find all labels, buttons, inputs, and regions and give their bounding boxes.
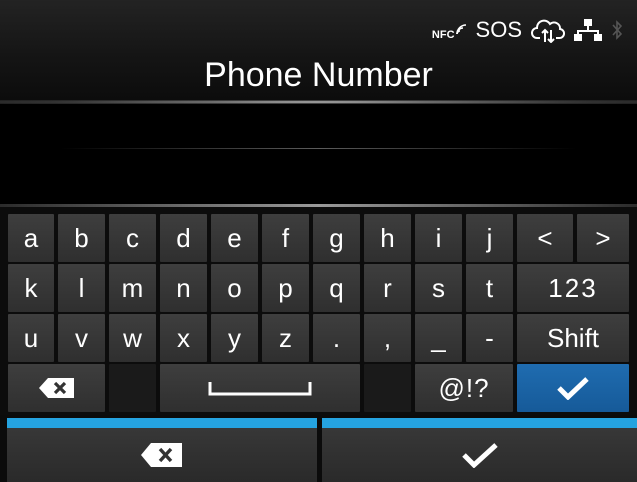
key-d[interactable]: d <box>160 214 207 262</box>
cloud-sync-icon <box>531 17 565 43</box>
accent-bar <box>322 418 637 428</box>
bottom-bar <box>0 418 637 482</box>
input-underline <box>60 148 577 149</box>
key-q[interactable]: q <box>313 264 360 312</box>
key-w[interactable]: w <box>109 314 156 362</box>
input-value <box>60 114 577 146</box>
delete-button[interactable] <box>7 418 317 482</box>
key-r[interactable]: r <box>364 264 411 312</box>
key-k[interactable]: k <box>8 264 54 312</box>
blank-key-right <box>364 364 411 412</box>
cursor-right-key[interactable]: > <box>577 214 629 262</box>
key-f[interactable]: f <box>262 214 309 262</box>
key-s[interactable]: s <box>415 264 462 312</box>
key-u[interactable]: u <box>8 314 54 362</box>
accent-bar <box>7 418 317 428</box>
printer-screen: NFC SOS Phone Number a b c d e f g h i j… <box>0 0 637 482</box>
symbols-key[interactable]: @!? <box>415 364 513 412</box>
backspace-icon <box>141 443 182 467</box>
key-v[interactable]: v <box>58 314 105 362</box>
page-title: Phone Number <box>204 56 433 94</box>
key-comma[interactable]: , <box>364 314 411 362</box>
key-c[interactable]: c <box>109 214 156 262</box>
key-l[interactable]: l <box>58 264 105 312</box>
backspace-icon <box>38 378 74 398</box>
key-m[interactable]: m <box>109 264 156 312</box>
key-underscore[interactable]: _ <box>415 314 462 362</box>
key-n[interactable]: n <box>160 264 207 312</box>
network-icon <box>574 18 602 42</box>
key-y[interactable]: y <box>211 314 258 362</box>
key-j[interactable]: j <box>466 214 513 262</box>
bluetooth-icon <box>611 18 623 42</box>
nfc-label: NFC <box>431 29 455 41</box>
key-p[interactable]: p <box>262 264 309 312</box>
key-b[interactable]: b <box>58 214 105 262</box>
key-x[interactable]: x <box>160 314 207 362</box>
header: NFC SOS Phone Number <box>0 0 637 100</box>
enter-key[interactable] <box>517 364 629 412</box>
key-i[interactable]: i <box>415 214 462 262</box>
blank-key-left <box>109 364 156 412</box>
key-a[interactable]: a <box>8 214 54 262</box>
shift-key[interactable]: Shift <box>517 314 629 362</box>
phone-number-input[interactable] <box>0 104 637 204</box>
status-bar: NFC SOS <box>432 16 623 44</box>
space-key[interactable] <box>160 364 360 412</box>
nfc-icon: NFC <box>432 19 467 41</box>
checkmark-icon <box>557 377 589 400</box>
key-hyphen[interactable]: - <box>466 314 513 362</box>
sos-indicator: SOS <box>475 17 522 42</box>
key-g[interactable]: g <box>313 214 360 262</box>
key-e[interactable]: e <box>211 214 258 262</box>
numeric-mode-key[interactable]: 123 <box>517 264 629 312</box>
checkmark-icon <box>461 443 498 468</box>
key-t[interactable]: t <box>466 264 513 312</box>
space-icon <box>208 382 312 396</box>
confirm-button[interactable] <box>322 418 637 482</box>
key-o[interactable]: o <box>211 264 258 312</box>
backspace-key[interactable] <box>8 364 105 412</box>
key-z[interactable]: z <box>262 314 309 362</box>
on-screen-keyboard: a b c d e f g h i j < > k l m n o p q r … <box>0 207 637 415</box>
cursor-left-key[interactable]: < <box>517 214 573 262</box>
key-h[interactable]: h <box>364 214 411 262</box>
key-period[interactable]: . <box>313 314 360 362</box>
